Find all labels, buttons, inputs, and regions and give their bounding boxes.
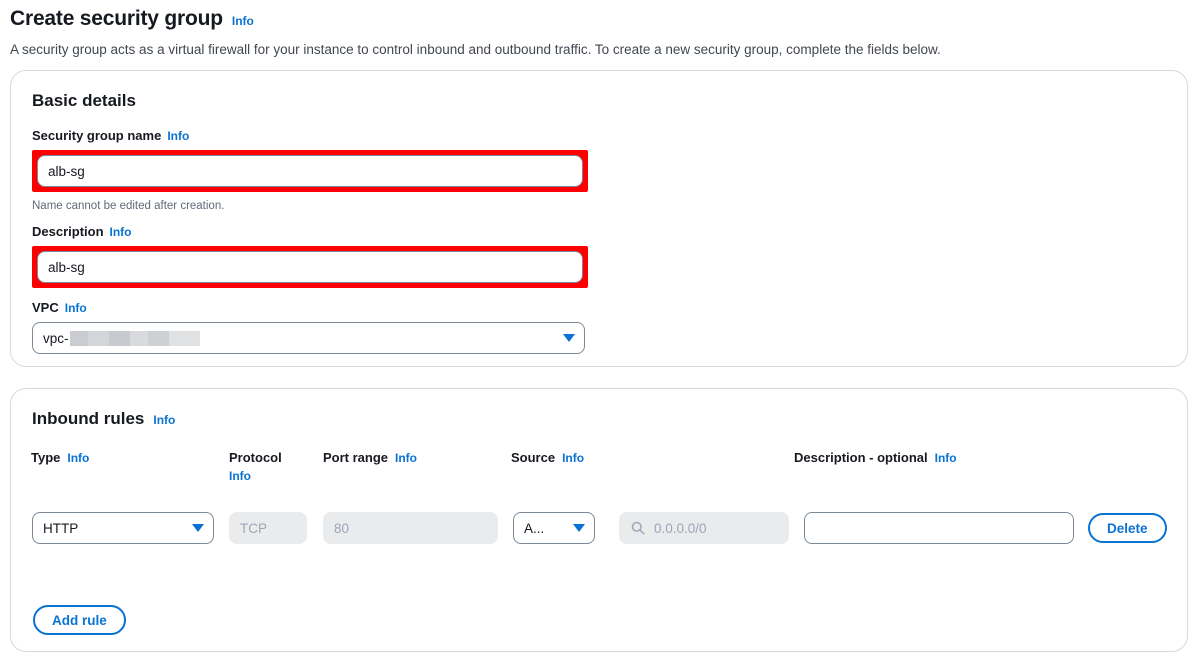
inbound-rules-heading: Inbound rules: [32, 409, 145, 428]
rule-type-select-value: HTTP: [43, 520, 79, 536]
column-header-source: Source Info: [511, 449, 584, 467]
page-description: A security group acts as a virtual firew…: [10, 42, 941, 57]
vpc-label-row: VPC Info: [32, 300, 585, 316]
security-group-name-info-link[interactable]: Info: [167, 129, 189, 143]
vpc-info-link[interactable]: Info: [65, 301, 87, 315]
create-security-group-page: Create security group Info A security gr…: [0, 0, 1198, 664]
vpc-field: VPC Info vpc-: [32, 300, 585, 354]
chevron-down-icon: [563, 334, 575, 342]
rule-protocol-input: [229, 512, 307, 544]
rule-source-search-placeholder: 0.0.0.0/0: [654, 520, 707, 536]
rule-port-range-input: [323, 512, 498, 544]
rule-type-select[interactable]: HTTP: [32, 512, 214, 544]
column-header-type: Type Info: [31, 449, 89, 467]
rule-source-type-select[interactable]: A...: [513, 512, 595, 544]
description-highlight-box: [32, 246, 588, 288]
security-group-name-hint: Name cannot be edited after creation.: [32, 200, 225, 212]
column-header-port-range: Port range Info: [323, 449, 417, 467]
security-group-name-field: Security group name Info Name cannot be …: [32, 128, 588, 213]
column-header-protocol: Protocol Info: [229, 449, 282, 483]
column-header-port-range-label: Port range: [323, 450, 389, 465]
description-label-row: Description Info: [32, 224, 577, 240]
add-rule-button[interactable]: Add rule: [33, 605, 126, 635]
inbound-rules-heading-row: Inbound rules Info: [11, 389, 1187, 429]
column-header-description-label: Description - optional: [794, 450, 928, 465]
column-header-source-info-link[interactable]: Info: [562, 451, 584, 465]
description-field: Description Info: [32, 224, 588, 288]
description-info-link[interactable]: Info: [110, 225, 132, 239]
vpc-label: VPC: [32, 300, 59, 315]
page-title-row: Create security group Info: [10, 6, 1188, 32]
description-input[interactable]: [37, 251, 583, 283]
column-header-protocol-label: Protocol: [229, 450, 282, 465]
vpc-select-value: vpc-: [43, 330, 69, 346]
chevron-down-icon: [192, 524, 204, 532]
column-header-port-range-info-link[interactable]: Info: [395, 451, 417, 465]
vpc-select[interactable]: vpc-: [32, 322, 585, 354]
delete-rule-button[interactable]: Delete: [1088, 513, 1167, 543]
column-header-source-label: Source: [511, 450, 556, 465]
page-title-info-link[interactable]: Info: [232, 14, 254, 28]
security-group-name-highlight-box: [32, 150, 588, 192]
column-header-type-info-link[interactable]: Info: [67, 451, 89, 465]
page-header: Create security group Info A security gr…: [10, 6, 1188, 59]
basic-details-heading-row: Basic details: [11, 71, 1187, 111]
basic-details-heading: Basic details: [32, 91, 136, 110]
security-group-name-input[interactable]: [37, 155, 583, 187]
security-group-name-label-row: Security group name Info: [32, 128, 577, 144]
rule-description-input[interactable]: [804, 512, 1074, 544]
column-header-protocol-info-link[interactable]: Info: [229, 469, 251, 483]
chevron-down-icon: [573, 524, 585, 532]
description-label: Description: [32, 224, 104, 239]
inbound-rules-info-link[interactable]: Info: [153, 413, 175, 427]
column-header-description-info-link[interactable]: Info: [935, 451, 957, 465]
page-title: Create security group: [10, 7, 223, 30]
security-group-name-label: Security group name: [32, 128, 162, 143]
column-header-description: Description - optional Info: [794, 449, 957, 467]
column-header-type-label: Type: [31, 450, 61, 465]
basic-details-card: Basic details Security group name Info N…: [10, 70, 1188, 367]
vpc-redacted-value: [69, 330, 200, 346]
inbound-rules-card: Inbound rules Info Type Info Protocol In…: [10, 388, 1188, 652]
rule-source-type-value: A...: [524, 520, 545, 536]
search-icon: [631, 521, 645, 535]
rule-source-search-box[interactable]: 0.0.0.0/0: [619, 512, 789, 544]
